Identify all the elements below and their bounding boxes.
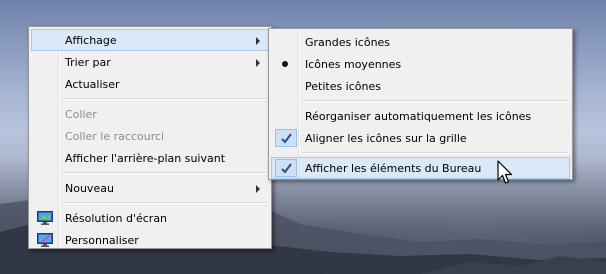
submenu-arrow-icon <box>256 37 260 45</box>
menu-item-label: Aligner les icônes sur la grille <box>305 132 467 145</box>
affichage-submenu: Grandes icônes Icônes moyennes Petites i… <box>268 28 573 180</box>
menu-item-coller-raccourci: Coller le raccourci <box>31 125 269 147</box>
submenu-arrow-icon <box>256 185 260 193</box>
menu-item-affichage[interactable]: Affichage <box>31 29 269 51</box>
menu-item-label: Résolution d'écran <box>65 212 168 225</box>
display-icon <box>37 211 53 225</box>
submenu-item-aligner-grille[interactable]: Aligner les icônes sur la grille <box>271 127 570 149</box>
menu-item-personnaliser[interactable]: Personnaliser <box>31 229 269 251</box>
desktop-context-menu: Affichage Trier par Actualiser Coller Co… <box>28 26 272 249</box>
submenu-item-reorganiser-auto[interactable]: Réorganiser automatiquement les icônes <box>271 105 570 127</box>
mouse-cursor-icon <box>497 160 513 184</box>
menu-item-label: Actualiser <box>65 78 120 91</box>
menu-item-label: Icônes moyennes <box>305 58 402 71</box>
menu-separator <box>62 202 267 204</box>
menu-item-label: Affichage <box>65 34 117 47</box>
menu-item-trier-par[interactable]: Trier par <box>31 51 269 73</box>
submenu-item-icones-moyennes[interactable]: Icônes moyennes <box>271 53 570 75</box>
menu-item-actualiser[interactable]: Actualiser <box>31 73 269 95</box>
menu-item-label: Afficher les éléments du Bureau <box>305 162 482 175</box>
submenu-item-grandes-icones[interactable]: Grandes icônes <box>271 31 570 53</box>
menu-item-label: Afficher l'arrière-plan suivant <box>65 152 226 165</box>
personalize-icon <box>37 233 53 247</box>
menu-separator <box>302 152 568 154</box>
menu-item-label: Trier par <box>65 56 111 69</box>
menu-item-resolution-ecran[interactable]: Résolution d'écran <box>31 207 269 229</box>
checkmark-icon <box>275 129 297 147</box>
submenu-item-petites-icones[interactable]: Petites icônes <box>271 75 570 97</box>
menu-item-label: Personnaliser <box>65 234 139 247</box>
radio-bullet-icon <box>282 61 288 67</box>
menu-item-label: Réorganiser automatiquement les icônes <box>305 110 532 123</box>
menu-item-nouveau[interactable]: Nouveau <box>31 177 269 199</box>
submenu-item-afficher-elements-bureau[interactable]: Afficher les éléments du Bureau <box>271 157 570 179</box>
menu-item-label: Coller <box>65 108 97 121</box>
menu-item-label: Petites icônes <box>305 80 381 93</box>
menu-item-label: Nouveau <box>65 182 114 195</box>
menu-separator <box>62 172 267 174</box>
menu-item-arriere-plan-suivant[interactable]: Afficher l'arrière-plan suivant <box>31 147 269 169</box>
menu-item-coller: Coller <box>31 103 269 125</box>
checkmark-icon <box>275 159 297 177</box>
menu-separator <box>62 98 267 100</box>
menu-item-label: Coller le raccourci <box>65 130 165 143</box>
submenu-arrow-icon <box>256 59 260 67</box>
menu-separator <box>302 100 568 102</box>
menu-item-label: Grandes icônes <box>305 36 391 49</box>
